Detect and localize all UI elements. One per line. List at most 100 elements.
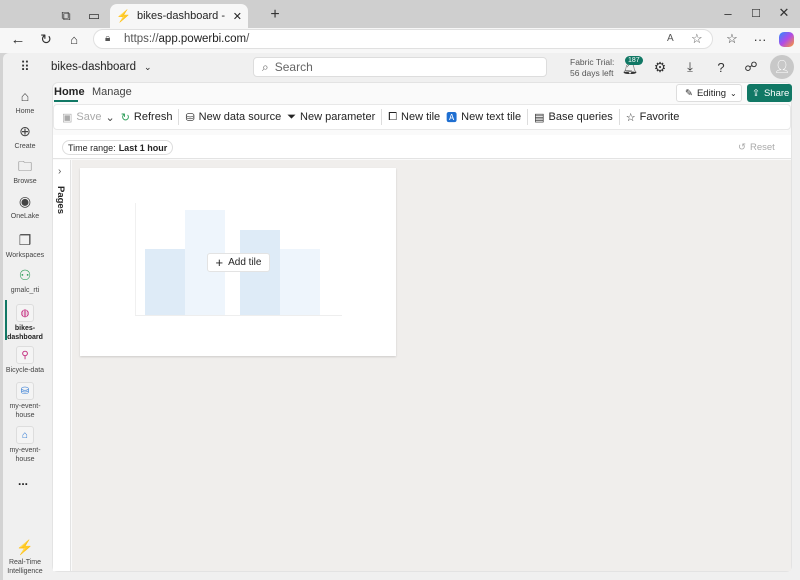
database-icon: ⛁ xyxy=(16,382,34,400)
pencil-icon: ✎ xyxy=(685,87,693,99)
new-parameter-button[interactable]: ⏷ New parameter xyxy=(287,111,375,124)
close-tab-icon[interactable]: ✕ xyxy=(233,10,242,23)
text-tile-icon: 🅰︎ xyxy=(446,112,458,124)
rail-item-label: Workspaces xyxy=(5,252,45,259)
rail-item-label: Bicycle-data xyxy=(5,367,45,374)
rail-item-label: my-event-house xyxy=(9,447,41,463)
share-button[interactable]: ⇪ Share xyxy=(747,84,792,102)
placeholder-x-axis xyxy=(135,315,342,316)
maximize-icon[interactable]: ☐ xyxy=(748,5,764,21)
favorite-button[interactable]: ☆ Favorite xyxy=(626,111,680,124)
rail-item-label: bikes-dashboard xyxy=(7,325,43,341)
editing-mode-button[interactable]: ✎ Editing ⌄ xyxy=(676,84,742,102)
rail-item-bikes-dashboard[interactable]: ◍ bikes-dashboard xyxy=(2,304,48,342)
close-window-icon[interactable]: ✕ xyxy=(776,5,792,21)
dashboard-icon: ◍ xyxy=(16,304,34,322)
experience-label: Real-Time Intelligence xyxy=(7,559,43,575)
base-queries-button[interactable]: ▤ Base queries xyxy=(534,111,613,124)
search-icon: ⌕ xyxy=(262,59,269,74)
trial-status: Fabric Trial: 56 days left xyxy=(570,57,615,78)
item-name-dropdown[interactable]: bikes-dashboard ⌄ xyxy=(51,61,152,73)
app-launcher-icon[interactable]: ⠿ xyxy=(16,58,34,76)
tab-home[interactable]: Home xyxy=(54,86,85,98)
plus-icon: + xyxy=(215,255,224,270)
reload-icon[interactable]: ↻ xyxy=(38,31,54,47)
refresh-button[interactable]: ↻ Refresh xyxy=(121,111,173,124)
rail-item-label: Browse xyxy=(13,178,37,185)
onelake-icon: ◉ xyxy=(18,192,32,209)
time-range-pill[interactable]: Time range: Last 1 hour xyxy=(62,140,174,155)
notification-badge: 187 xyxy=(625,56,643,65)
copilot-icon[interactable] xyxy=(779,32,794,47)
rail-item-create[interactable]: ⊕ Create xyxy=(2,122,48,151)
minimize-icon[interactable]: – xyxy=(720,5,736,21)
more-icon[interactable]: ··· xyxy=(752,31,768,47)
placeholder-bar xyxy=(280,249,320,315)
browser-tab-active[interactable]: ⚡ bikes-dashboard - Real-Time Intelligen… xyxy=(110,4,248,28)
reset-button[interactable]: ↺ Reset xyxy=(738,142,775,153)
tab-manage[interactable]: Manage xyxy=(92,86,132,98)
rail-item-browse[interactable]: 🗀︎ Browse xyxy=(2,157,48,186)
real-time-intelligence-icon: ⚡ xyxy=(16,538,34,555)
url-input[interactable]: 🔒︎ https://app.powerbi.com / A ☆ xyxy=(93,29,713,49)
rti-favicon-icon: ⚡ xyxy=(116,9,131,23)
share-feedback-icon[interactable]: ☍ xyxy=(743,59,759,75)
tab-actions-icon[interactable]: ▭ xyxy=(86,8,102,24)
workspaces-tab-icon[interactable]: ⧉ xyxy=(58,8,74,24)
database-icon: ⛁ xyxy=(185,111,195,124)
chevron-down-icon: ⌄ xyxy=(730,88,737,98)
read-aloud-icon[interactable]: A xyxy=(667,33,674,44)
rail-item-home[interactable]: ⌂ Home xyxy=(2,87,48,116)
undo-icon: ↺ xyxy=(738,142,746,153)
add-tile-button[interactable]: + Add tile xyxy=(207,253,270,272)
placeholder-bar xyxy=(240,230,280,315)
expand-pages-icon[interactable]: › xyxy=(58,166,61,177)
download-icon[interactable]: ⤓ xyxy=(682,59,698,75)
placeholder-bar xyxy=(145,249,185,315)
filter-add-icon: ⏷ xyxy=(287,110,297,123)
avatar[interactable]: 👤︎ xyxy=(770,55,794,79)
rail-item-gmalc-rti[interactable]: ⚇ gmalc_rti xyxy=(2,266,48,295)
search-input[interactable]: ⌕ Search xyxy=(253,57,547,77)
new-tile-button[interactable]: ⧠ New tile xyxy=(388,111,440,124)
more-items-icon[interactable]: ... xyxy=(18,474,28,488)
rail-item-workspaces[interactable]: ❐ Workspaces xyxy=(2,231,48,260)
new-tab-icon[interactable]: + xyxy=(267,6,283,24)
rail-item-label: gmalc_rti xyxy=(10,287,40,294)
star-icon: ☆ xyxy=(625,111,636,124)
save-button[interactable]: ▣ Save ⌄ xyxy=(62,111,115,124)
pages-pane[interactable] xyxy=(53,160,71,571)
placeholder-y-axis xyxy=(135,203,136,315)
base-queries-icon: ▤ xyxy=(534,111,545,124)
workspace-group-icon: ⚇ xyxy=(18,266,32,283)
address-bar-row: ← ↻ ⌂ 🔒︎ https://app.powerbi.com / A ☆ ☆ … xyxy=(0,28,800,53)
folder-icon: 🗀︎ xyxy=(18,157,32,174)
plus-circle-icon: ⊕ xyxy=(19,122,31,139)
settings-icon[interactable]: ⚙ xyxy=(652,59,668,75)
help-icon[interactable]: ? xyxy=(713,59,729,75)
lock-icon: 🔒︎ xyxy=(105,33,111,44)
empty-tile: + Add tile xyxy=(80,168,396,356)
rail-item-label: Home xyxy=(15,108,35,115)
chevron-down-icon[interactable]: ⌄ xyxy=(105,111,114,124)
share-icon: ⇪ xyxy=(752,87,760,99)
home-browser-icon[interactable]: ⌂ xyxy=(66,31,82,47)
save-icon: ▣ xyxy=(62,111,73,124)
active-tab-underline xyxy=(54,100,78,102)
favorites-icon[interactable]: ☆ xyxy=(724,31,740,47)
experience-switcher[interactable]: ⚡ Real-Time Intelligence xyxy=(2,538,48,576)
browser-tab-bar: ⧉ ▭ ⚡ bikes-dashboard - Real-Time Intell… xyxy=(0,0,800,28)
rail-item-bicycle-data[interactable]: ⚲ Bicycle-data xyxy=(2,346,48,375)
refresh-icon: ↻ xyxy=(120,111,130,124)
rail-item-my-event-house[interactable]: ⛁ my-event-house xyxy=(2,382,48,420)
home-icon: ⌂ xyxy=(20,87,30,104)
eventhouse-icon: ⌂ xyxy=(16,426,34,444)
rail-item-onelake[interactable]: ◉ OneLake xyxy=(2,192,48,221)
new-text-tile-button[interactable]: 🅰︎ New text tile xyxy=(446,109,521,125)
back-icon[interactable]: ← xyxy=(10,31,26,48)
new-data-source-button[interactable]: ⛁ New data source xyxy=(185,111,281,124)
rail-item-my-event-house[interactable]: ⌂ my-event-house xyxy=(2,426,48,464)
favorite-star-icon[interactable]: ☆ xyxy=(691,31,703,47)
rail-item-label: my-event-house xyxy=(9,403,41,419)
divider xyxy=(381,109,383,125)
